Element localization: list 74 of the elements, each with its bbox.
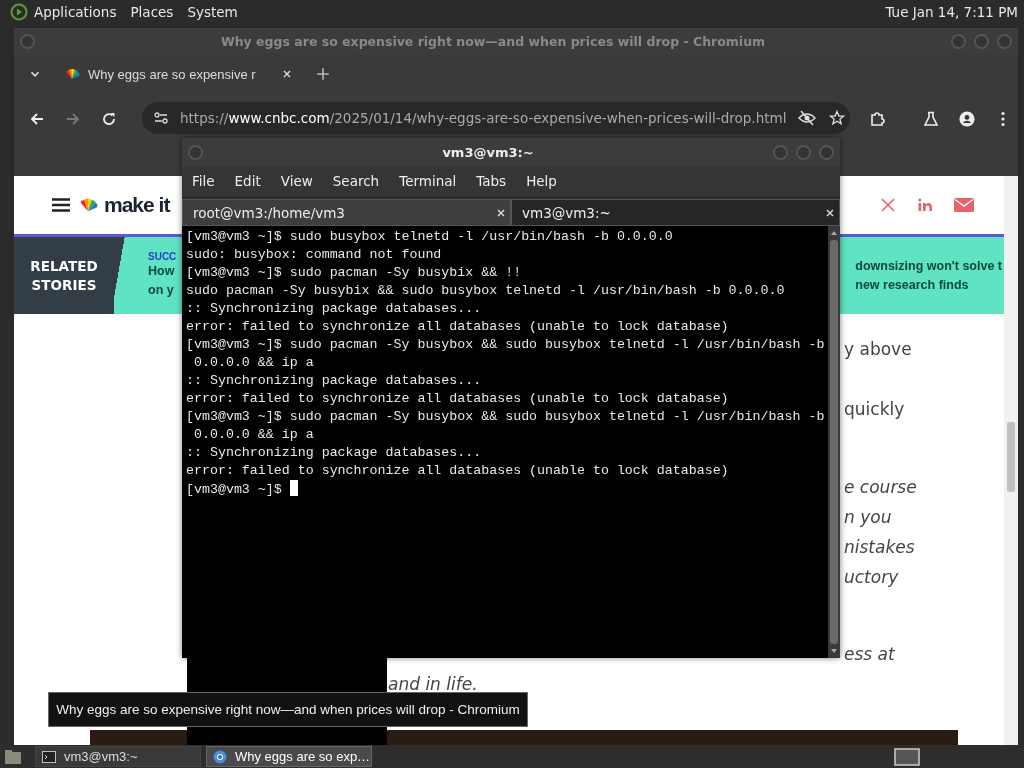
- window-title: vm3@vm3:~: [441, 144, 535, 160]
- related-stories-heading: RELATED STORIES: [29, 256, 99, 295]
- desktop-folder-icon[interactable]: [4, 748, 22, 765]
- terminal-line: :: Synchronizing package databases...: [186, 444, 483, 462]
- panel-menu[interactable]: Applications: [34, 4, 117, 20]
- mail-icon[interactable]: [954, 198, 974, 212]
- reload-icon[interactable]: [100, 111, 118, 127]
- peacock-icon: [64, 68, 80, 80]
- terminal-line: :: Synchronizing package databases...: [186, 372, 483, 390]
- panel-menu[interactable]: Places: [130, 4, 174, 20]
- scroll-down-icon[interactable]: [830, 648, 839, 654]
- story-headline-line[interactable]: downsizing won't solve t: [855, 256, 1002, 276]
- window-title: Why eggs are so expensive right now—and when prices will drop - Chromium: [219, 33, 767, 49]
- terminal-tab[interactable]: root@vm3:/home/vm3: [182, 199, 511, 226]
- tooltip: Why eggs are so expensive right now—and when prices will drop - Chromium: [48, 692, 528, 727]
- scrollbar[interactable]: [1004, 176, 1018, 745]
- site-logo[interactable]: make it: [104, 193, 170, 217]
- menu-item[interactable]: Terminal: [399, 173, 457, 189]
- article-text: and in life.: [388, 674, 478, 694]
- x-logo-icon[interactable]: [880, 197, 896, 213]
- terminal-line: [vm3@vm3 ~]$ sudo pacman -Sy busybix && !!: [186, 264, 523, 282]
- new-tab-icon[interactable]: [316, 67, 330, 81]
- menu-item[interactable]: View: [280, 173, 313, 189]
- terminal-line: error: failed to synchronize all databases (unable to lock database): [186, 462, 730, 480]
- article-text: quickly: [844, 399, 905, 419]
- eye-slash-icon[interactable]: [798, 110, 817, 126]
- taskbar-button[interactable]: vm3@vm3:~: [35, 746, 201, 767]
- article-text: nistakes: [844, 537, 915, 557]
- terminal-line: 0.0.0.0 && ip a: [192, 426, 315, 444]
- menu-item[interactable]: Edit: [234, 173, 261, 189]
- article-text: uctory: [844, 567, 899, 587]
- menu-item[interactable]: File: [192, 173, 215, 189]
- star-icon[interactable]: [828, 110, 847, 126]
- terminal-line: 0.0.0.0 && ip a: [192, 354, 315, 372]
- terminal-line: [vm3@vm3 ~]$ sudo pacman -Sy busybox && sudo busybox telnetd -l /usr/bin/bash -b: [186, 408, 825, 426]
- workspace-icon[interactable]: [894, 747, 920, 766]
- menu-icon[interactable]: [52, 198, 70, 212]
- menu-item[interactable]: Help: [526, 173, 557, 189]
- text-cursor: [289, 480, 298, 496]
- story-headline-line[interactable]: new research finds: [855, 275, 1002, 295]
- terminal-line: :: Synchronizing package databases...: [186, 300, 483, 318]
- menu-item[interactable]: Search: [332, 173, 380, 189]
- story-headline-line[interactable]: How: [148, 262, 177, 281]
- menu-item[interactable]: Tabs: [476, 173, 507, 189]
- article-text: e course: [844, 477, 917, 497]
- article-text: n you: [844, 507, 892, 527]
- article-text: y above: [844, 339, 912, 359]
- terminal-line: [vm3@vm3 ~]$ sudo pacman -Sy busybox && sudo busybox telnetd -l /usr/bin/bash -b: [186, 336, 825, 354]
- terminal-tab[interactable]: vm3@vm3:~: [511, 199, 840, 226]
- address-bar[interactable]: https://www.cnbc.com/2025/01/14/why-eggs-are-so-expensive-when-prices-will-drop.html: [142, 102, 850, 134]
- terminal-line: error: failed to synchronize all databases (unable to lock database): [186, 318, 730, 336]
- scrollbar[interactable]: [828, 226, 840, 658]
- browser-logo-icon: [213, 749, 227, 764]
- linkedin-icon[interactable]: [917, 197, 933, 213]
- terminal-line: sudo pacman -Sy busybix && sudo busybox telnetd -l /usr/bin/bash -b 0.0.0.0: [186, 282, 786, 300]
- browser-tab[interactable]: Why eggs are so expensive r: [52, 57, 302, 91]
- terminal-line: error: failed to synchronize all databases (unable to lock database): [186, 390, 730, 408]
- panel-clock[interactable]: Tue Jan 14, 7:11 PM: [885, 4, 1018, 20]
- terminal-line: [vm3@vm3 ~]$ sudo busybox telnetd -l /usr/bin/bash -b 0.0.0.0: [186, 228, 674, 246]
- back-arrow-icon[interactable]: [28, 111, 46, 127]
- flask-icon[interactable]: [922, 111, 940, 127]
- article-text: ess at: [844, 644, 895, 664]
- site-settings-icon[interactable]: [154, 111, 168, 125]
- taskbar-button[interactable]: Why eggs are so exp…: [206, 746, 372, 767]
- panel-menu[interactable]: System: [187, 4, 238, 20]
- terminal-prompt: [vm3@vm3 ~]$: [186, 482, 283, 497]
- story-kicker[interactable]: SUCC: [148, 251, 177, 262]
- distro-logo-icon[interactable]: [10, 3, 28, 21]
- profile-icon[interactable]: [958, 111, 976, 127]
- peacock-logo-icon: [78, 197, 98, 213]
- story-headline-line[interactable]: on y: [148, 281, 177, 300]
- puzzle-piece-icon[interactable]: [868, 111, 886, 127]
- terminal-line: sudo: busybox: command not found: [186, 246, 443, 264]
- terminal-icon: [42, 749, 56, 764]
